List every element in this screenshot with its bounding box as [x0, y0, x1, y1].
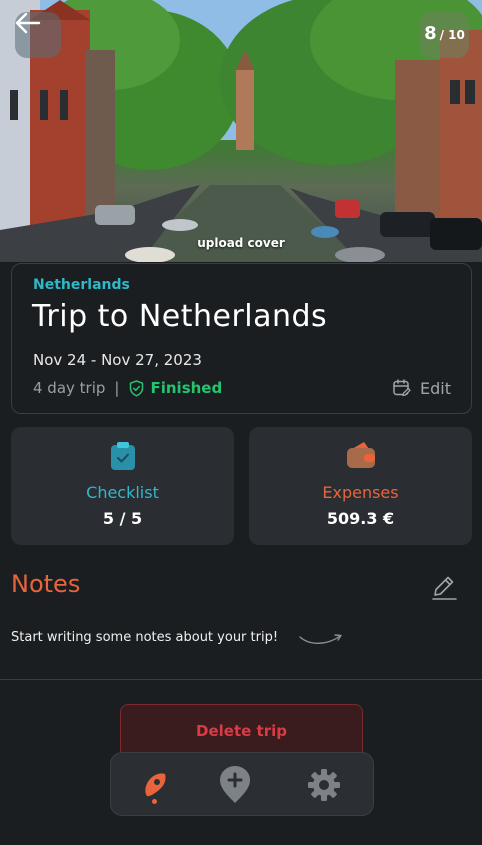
- edit-label: Edit: [420, 378, 451, 398]
- arrow-left-icon: [15, 12, 41, 34]
- pencil-icon[interactable]: [430, 573, 458, 601]
- canal-scene-image: [0, 0, 482, 262]
- bottom-nav: [110, 752, 374, 816]
- expenses-tile[interactable]: Expenses 509.3 €: [249, 427, 472, 545]
- edit-trip-button[interactable]: Edit: [392, 378, 451, 398]
- divider: [0, 679, 482, 680]
- add-location-icon: [220, 766, 250, 803]
- expenses-label: Expenses: [322, 483, 399, 502]
- trip-title: Trip to Netherlands: [32, 299, 328, 334]
- nav-item-add-trip[interactable]: [215, 765, 255, 805]
- checklist-tile[interactable]: Checklist 5 / 5: [11, 427, 234, 545]
- notes-input[interactable]: Start writing some notes about your trip…: [11, 630, 278, 645]
- notes-title: Notes: [11, 570, 81, 598]
- calendar-edit-icon: [393, 379, 411, 397]
- delete-trip-label: Delete trip: [196, 721, 287, 740]
- wallet-icon: [346, 442, 375, 468]
- nav-item-settings[interactable]: [304, 765, 344, 805]
- trip-rating-badge[interactable]: 8 / 10: [420, 12, 469, 58]
- delete-trip-button[interactable]: Delete trip: [120, 704, 363, 758]
- rating-max: / 10: [439, 28, 465, 42]
- trip-meta: 4 day trip | Finished: [33, 379, 222, 397]
- expenses-value: 509.3 €: [326, 509, 395, 528]
- trip-status: Finished: [150, 379, 223, 397]
- trip-info-card: Netherlands Trip to Netherlands Nov 24 -…: [11, 263, 472, 414]
- active-indicator: [152, 799, 157, 804]
- curved-arrow-icon: [299, 634, 342, 644]
- trip-country: Netherlands: [33, 277, 130, 293]
- checklist-label: Checklist: [86, 483, 159, 502]
- rocket-icon: [145, 773, 166, 797]
- trip-length: 4 day trip: [33, 379, 106, 397]
- check-shield-icon: [130, 379, 144, 397]
- rating-value: 8: [424, 23, 437, 44]
- meta-separator: |: [114, 379, 120, 397]
- gear-icon: [308, 769, 340, 801]
- trip-dates: Nov 24 - Nov 27, 2023: [33, 351, 202, 369]
- clipboard-check-icon: [110, 442, 135, 470]
- cover-image[interactable]: 8 / 10 upload cover: [0, 0, 482, 262]
- upload-cover-label[interactable]: upload cover: [0, 236, 482, 250]
- back-button[interactable]: [15, 12, 61, 58]
- checklist-value: 5 / 5: [102, 509, 143, 528]
